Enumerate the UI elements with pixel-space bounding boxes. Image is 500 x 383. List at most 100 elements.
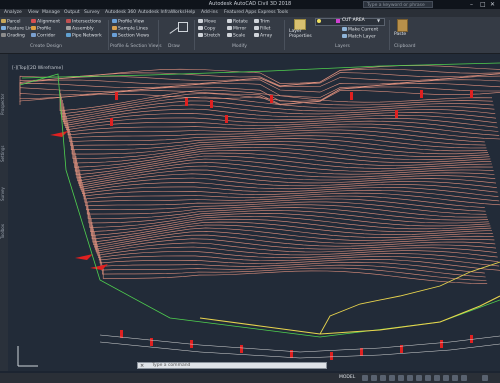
grading-button[interactable]: Grading: [1, 33, 25, 40]
tab-infraworks[interactable]: Autodesk InfraWorks: [138, 9, 185, 17]
hardware-icon[interactable]: [452, 375, 458, 381]
close-button[interactable]: ✕: [490, 0, 495, 9]
sample-lines-button[interactable]: Sample Lines: [112, 26, 148, 33]
toolspace-palette: Prospector Settings Survey Toolbox: [0, 54, 8, 371]
command-line[interactable]: × Type a command: [137, 362, 327, 369]
contour-line: [86, 202, 488, 218]
maximize-button[interactable]: □: [480, 0, 486, 9]
snap-icon[interactable]: [371, 375, 377, 381]
tab-survey[interactable]: Survey: [0, 174, 8, 214]
feature-line-button[interactable]: Feature Line: [1, 26, 35, 33]
mirror-icon: [227, 26, 232, 30]
copy-button[interactable]: Copy: [198, 26, 215, 33]
tab-featured-apps[interactable]: Featured Apps: [224, 9, 256, 17]
contour-line: [67, 123, 500, 140]
ribbon-divider: [284, 20, 285, 50]
alignment-icon: [31, 19, 36, 23]
annotation-scale-icon[interactable]: [416, 375, 422, 381]
fillet-button[interactable]: Fillet: [254, 26, 271, 33]
panel-layers[interactable]: Layers: [335, 44, 350, 49]
search-input[interactable]: Type a keyword or phrase: [363, 1, 433, 8]
panel-clipboard[interactable]: Clipboard: [394, 44, 416, 49]
osnap-icon[interactable]: [398, 375, 404, 381]
profile-icon: [31, 26, 36, 30]
current-layer-name: CUT AREA: [342, 18, 365, 23]
make-current-button[interactable]: Make Current: [342, 27, 378, 34]
section-views-button[interactable]: Section Views: [112, 33, 149, 40]
red-arrow: [90, 264, 108, 270]
drawing-canvas[interactable]: [0, 54, 500, 371]
stretch-button[interactable]: Stretch: [198, 33, 220, 40]
grading-icon: [1, 33, 6, 37]
trim-button[interactable]: Trim: [254, 19, 270, 26]
panel-modify[interactable]: Modify: [232, 44, 247, 49]
red-marker: [330, 352, 333, 360]
status-bar: MODEL: [0, 373, 500, 383]
red-marker: [440, 340, 443, 348]
tab-help[interactable]: Help: [185, 9, 195, 17]
rotate-icon: [227, 19, 232, 23]
workspace-icon[interactable]: [425, 375, 431, 381]
pipe-network-button[interactable]: Pipe Network: [66, 33, 102, 40]
tab-add-ins[interactable]: Add-ins: [201, 9, 218, 17]
polar-icon[interactable]: [389, 375, 395, 381]
rotate-button[interactable]: Rotate: [227, 19, 248, 26]
tab-settings[interactable]: Settings: [0, 129, 8, 179]
tab-view[interactable]: View: [28, 9, 39, 17]
assembly-icon: [66, 26, 71, 30]
red-marker: [115, 92, 118, 100]
parcel-button[interactable]: Parcel: [1, 19, 21, 26]
profile-view-button[interactable]: Profile View: [112, 19, 144, 26]
isolate-icon[interactable]: [443, 375, 449, 381]
profile-button[interactable]: Profile: [31, 26, 51, 33]
trim-icon: [254, 19, 259, 23]
lineweight-icon[interactable]: [407, 375, 413, 381]
ribbon-divider: [108, 20, 109, 50]
move-icon: [198, 19, 203, 23]
paste-button[interactable]: Paste: [394, 32, 406, 38]
scale-icon: [227, 33, 232, 37]
line-icon[interactable]: [163, 19, 179, 34]
customization-icon[interactable]: [482, 375, 488, 381]
polyline-icon[interactable]: [178, 22, 188, 32]
contour-line: [89, 212, 490, 228]
corridor-button[interactable]: Corridor: [31, 33, 55, 40]
close-command-icon[interactable]: ×: [140, 363, 144, 369]
ortho-icon[interactable]: [380, 375, 386, 381]
scale-button[interactable]: Scale: [227, 33, 245, 40]
layer-properties-button[interactable]: Layer Properties: [289, 29, 313, 39]
model-space-button[interactable]: MODEL: [339, 374, 355, 382]
intersections-button[interactable]: Intersections: [66, 19, 101, 26]
fillet-icon: [254, 26, 259, 30]
tab-survey[interactable]: Survey: [84, 9, 100, 17]
tab-autodesk-360[interactable]: Autodesk 360: [105, 9, 136, 17]
chevron-down-icon[interactable]: ▼: [377, 18, 380, 24]
command-input[interactable]: Type a command: [152, 363, 190, 368]
tab-express-tools[interactable]: Express Tools: [258, 9, 288, 17]
match-layer-button[interactable]: Match Layer: [342, 34, 376, 41]
lightbulb-icon: [317, 19, 321, 23]
minimize-button[interactable]: –: [470, 0, 473, 9]
alignment-button[interactable]: Alignment: [31, 19, 60, 26]
tab-prospector[interactable]: Prospector: [0, 74, 8, 134]
clean-screen-icon[interactable]: [461, 375, 467, 381]
panel-profile-section-views[interactable]: Profile & Section Views: [110, 44, 162, 49]
tab-analyze[interactable]: Analyze: [4, 9, 22, 17]
mirror-button[interactable]: Mirror: [227, 26, 246, 33]
move-button[interactable]: Move: [198, 19, 216, 26]
road-alignment-branch: [319, 261, 500, 335]
array-button[interactable]: Array: [254, 33, 272, 40]
tab-toolbox[interactable]: Toolbox: [0, 212, 8, 252]
title-bar: Autodesk AutoCAD Civil 3D 2018 Type a ke…: [0, 0, 500, 9]
ribbon-divider: [194, 20, 195, 50]
settings-icon[interactable]: [434, 375, 440, 381]
viewport-controls[interactable]: [-][Top][2D Wireframe]: [12, 66, 63, 71]
contour-line: [85, 195, 486, 212]
assembly-button[interactable]: Assembly: [66, 26, 94, 33]
grid-icon[interactable]: [362, 375, 368, 381]
panel-create-design[interactable]: Create Design: [30, 44, 62, 49]
tab-output[interactable]: Output: [64, 9, 80, 17]
tab-manage[interactable]: Manage: [42, 9, 60, 17]
panel-draw[interactable]: Draw: [168, 44, 180, 49]
red-marker: [110, 118, 113, 126]
